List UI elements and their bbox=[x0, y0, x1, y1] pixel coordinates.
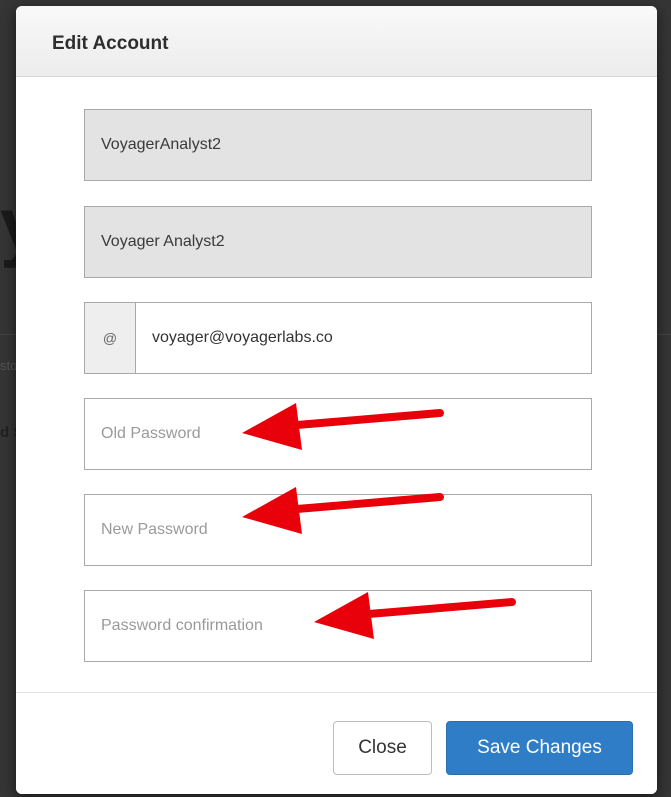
modal-footer: Close Save Changes bbox=[16, 692, 657, 794]
new-password-field[interactable] bbox=[84, 494, 592, 566]
close-button[interactable]: Close bbox=[333, 721, 432, 775]
full-name-field[interactable] bbox=[84, 206, 592, 278]
modal-header: Edit Account bbox=[16, 6, 657, 77]
email-field[interactable] bbox=[136, 303, 591, 373]
save-changes-button[interactable]: Save Changes bbox=[446, 721, 633, 775]
edit-account-modal: Edit Account @ Close Save Changes bbox=[16, 6, 657, 794]
username-field[interactable] bbox=[84, 109, 592, 181]
email-input-group: @ bbox=[84, 302, 592, 374]
old-password-field[interactable] bbox=[84, 398, 592, 470]
password-confirmation-field[interactable] bbox=[84, 590, 592, 662]
at-sign-icon: @ bbox=[85, 303, 136, 373]
background-text-fragment: sto bbox=[0, 358, 18, 373]
modal-title: Edit Account bbox=[52, 33, 169, 54]
